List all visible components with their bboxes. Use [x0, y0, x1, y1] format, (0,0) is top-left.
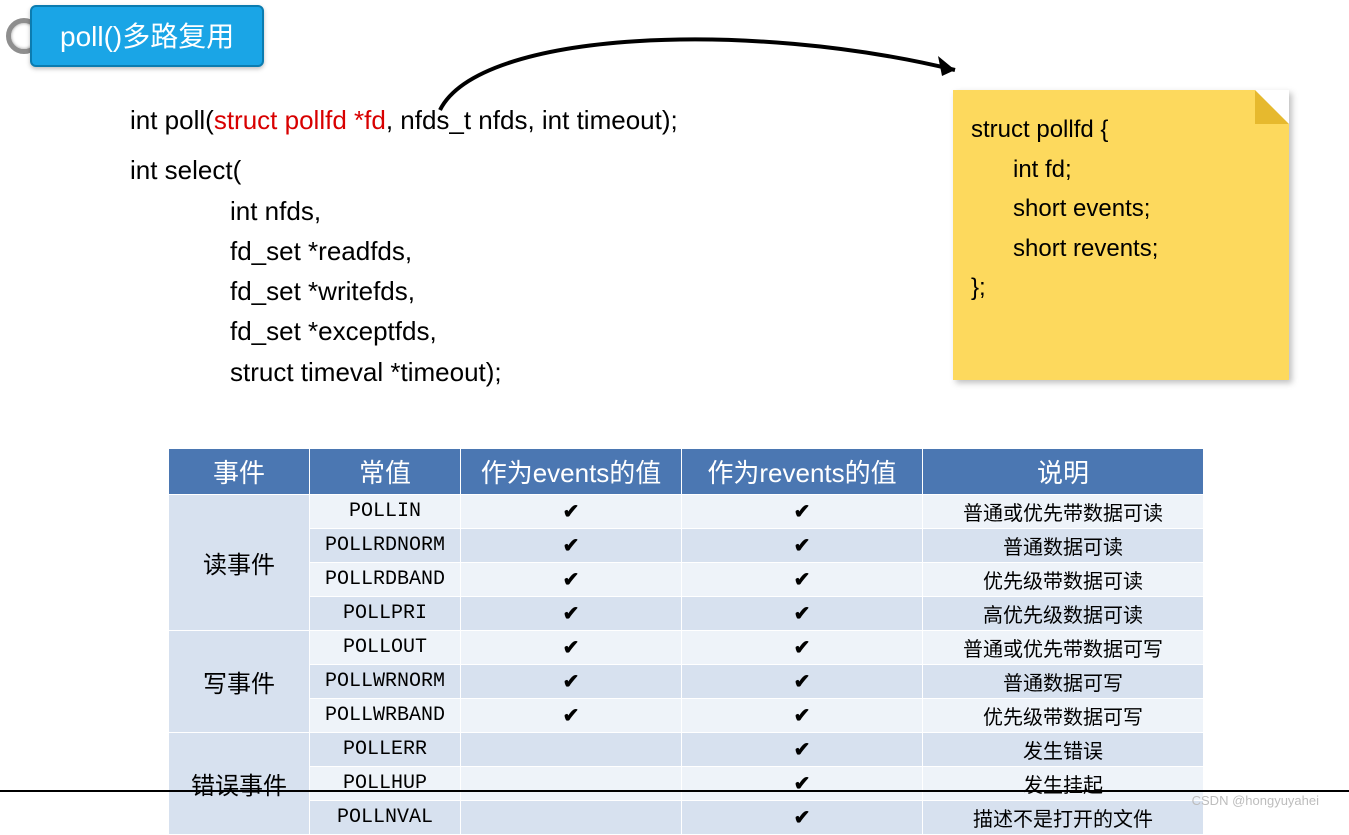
events-cell: ✔ — [461, 495, 682, 529]
desc-cell: 描述不是打开的文件 — [923, 801, 1204, 835]
desc-cell: 普通或优先带数据可写 — [923, 631, 1204, 665]
struct-line: }; — [971, 268, 1271, 308]
events-cell — [461, 801, 682, 835]
revents-cell: ✔ — [682, 801, 923, 835]
group-label: 读事件 — [169, 495, 310, 631]
const-cell: POLLPRI — [310, 597, 461, 631]
const-cell: POLLHUP — [310, 767, 461, 801]
revents-cell: ✔ — [682, 529, 923, 563]
select-arg: fd_set *readfds, — [130, 231, 678, 271]
code-signatures: int poll(struct pollfd *fd, nfds_t nfds,… — [130, 100, 678, 392]
revents-cell: ✔ — [682, 597, 923, 631]
table-row: POLLWRNORM✔✔普通数据可写 — [169, 665, 1204, 699]
events-cell: ✔ — [461, 597, 682, 631]
desc-cell: 发生挂起 — [923, 767, 1204, 801]
desc-cell: 普通或优先带数据可读 — [923, 495, 1204, 529]
table-row: POLLRDNORM✔✔普通数据可读 — [169, 529, 1204, 563]
table-row: POLLHUP ✔发生挂起 — [169, 767, 1204, 801]
const-cell: POLLNVAL — [310, 801, 461, 835]
struct-line: short revents; — [971, 229, 1271, 269]
events-cell: ✔ — [461, 699, 682, 733]
events-cell — [461, 733, 682, 767]
sticky-note: struct pollfd { int fd; short events; sh… — [953, 90, 1289, 380]
desc-cell: 普通数据可读 — [923, 529, 1204, 563]
table-row: 读事件POLLIN✔✔普通或优先带数据可读 — [169, 495, 1204, 529]
desc-cell: 高优先级数据可读 — [923, 597, 1204, 631]
slide-title: poll()多路复用 — [30, 5, 264, 67]
const-cell: POLLOUT — [310, 631, 461, 665]
select-arg: fd_set *writefds, — [130, 271, 678, 311]
desc-cell: 优先级带数据可写 — [923, 699, 1204, 733]
const-cell: POLLRDBAND — [310, 563, 461, 597]
select-arg: fd_set *exceptfds, — [130, 311, 678, 351]
table-row: 写事件POLLOUT✔✔普通或优先带数据可写 — [169, 631, 1204, 665]
struct-line: short events; — [971, 189, 1271, 229]
th-events: 作为events的值 — [461, 449, 682, 495]
group-label: 错误事件 — [169, 733, 310, 835]
table-row: POLLPRI✔✔高优先级数据可读 — [169, 597, 1204, 631]
struct-line: int fd; — [971, 150, 1271, 190]
events-cell — [461, 767, 682, 801]
revents-cell: ✔ — [682, 631, 923, 665]
events-cell: ✔ — [461, 631, 682, 665]
events-cell: ✔ — [461, 665, 682, 699]
const-cell: POLLWRBAND — [310, 699, 461, 733]
desc-cell: 发生错误 — [923, 733, 1204, 767]
const-cell: POLLRDNORM — [310, 529, 461, 563]
select-arg: int nfds, — [130, 191, 678, 231]
table-row: POLLWRBAND✔✔优先级带数据可写 — [169, 699, 1204, 733]
bottom-rule — [0, 790, 1349, 792]
poll-events-table: 事件 常值 作为events的值 作为revents的值 说明 读事件POLLI… — [168, 448, 1204, 835]
desc-cell: 普通数据可写 — [923, 665, 1204, 699]
struct-line: struct pollfd { — [971, 110, 1271, 150]
revents-cell: ✔ — [682, 495, 923, 529]
revents-cell: ✔ — [682, 563, 923, 597]
table-row: 错误事件POLLERR✔发生错误 — [169, 733, 1204, 767]
poll-red-arg: struct pollfd *fd — [214, 105, 386, 135]
table-row: POLLNVAL ✔描述不是打开的文件 — [169, 801, 1204, 835]
th-event: 事件 — [169, 449, 310, 495]
events-cell: ✔ — [461, 529, 682, 563]
th-desc: 说明 — [923, 449, 1204, 495]
group-label: 写事件 — [169, 631, 310, 733]
select-signature-head: int select( — [130, 150, 678, 190]
revents-cell: ✔ — [682, 767, 923, 801]
events-cell: ✔ — [461, 563, 682, 597]
revents-cell: ✔ — [682, 733, 923, 767]
th-revents: 作为revents的值 — [682, 449, 923, 495]
poll-signature: int poll(struct pollfd *fd, nfds_t nfds,… — [130, 100, 678, 140]
revents-cell: ✔ — [682, 699, 923, 733]
const-cell: POLLERR — [310, 733, 461, 767]
desc-cell: 优先级带数据可读 — [923, 563, 1204, 597]
table-row: POLLRDBAND✔✔优先级带数据可读 — [169, 563, 1204, 597]
th-const: 常值 — [310, 449, 461, 495]
const-cell: POLLWRNORM — [310, 665, 461, 699]
select-arg: struct timeval *timeout); — [130, 352, 678, 392]
const-cell: POLLIN — [310, 495, 461, 529]
page-fold-icon — [1255, 90, 1289, 124]
revents-cell: ✔ — [682, 665, 923, 699]
watermark: CSDN @hongyuyahei — [1192, 793, 1319, 808]
